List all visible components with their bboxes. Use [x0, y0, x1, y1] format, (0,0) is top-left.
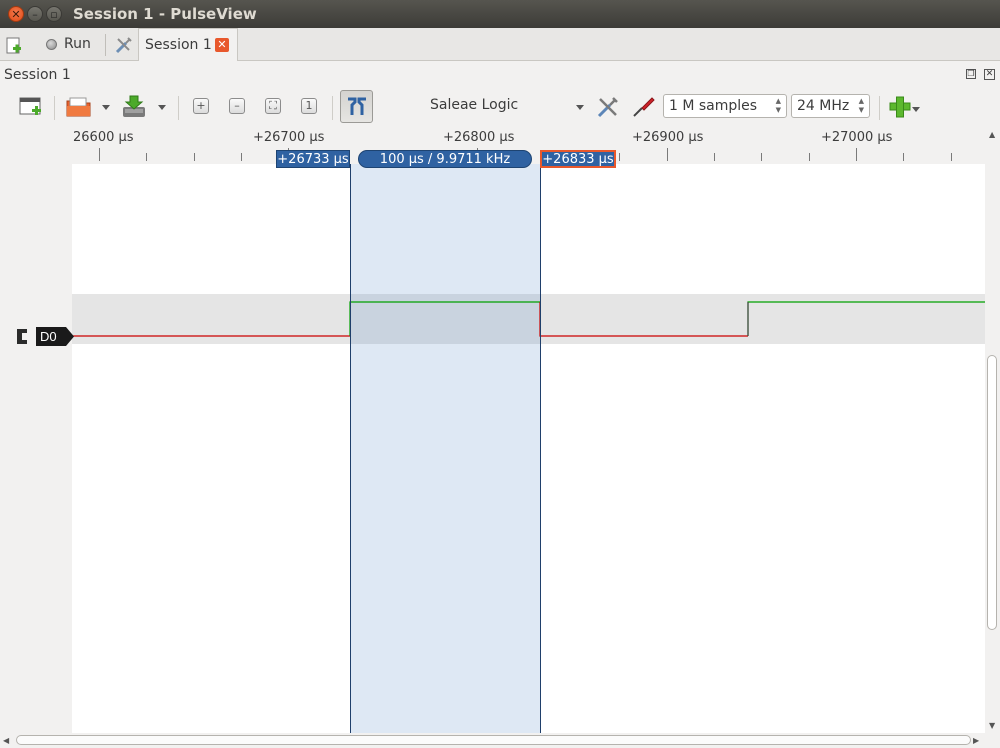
ruler-minor-tick	[809, 153, 810, 161]
ruler-label: +27000 µs	[821, 130, 893, 145]
sample-count-value: 1 M samples	[669, 98, 758, 114]
run-label: Run	[64, 36, 91, 52]
close-tab-icon[interactable]: ✕	[215, 38, 229, 52]
main-toolbar: + – ⛶ 1 Saleae Logic 1 M samples ▲ ▼ 24 M…	[0, 88, 1000, 126]
session-title: Session 1	[4, 67, 71, 83]
ruler-minor-tick	[146, 153, 147, 161]
cursor-2-line[interactable]	[540, 164, 541, 733]
spin-arrows-icon[interactable]: ▲ ▼	[776, 97, 781, 115]
run-status-icon	[46, 39, 57, 50]
new-view-icon[interactable]	[19, 96, 43, 118]
horizontal-scrollbar[interactable]: ◀ ▶	[0, 733, 985, 748]
ruler-minor-tick	[761, 153, 762, 161]
zoom-fit-icon[interactable]: ⛶	[265, 98, 281, 114]
scroll-up-icon[interactable]: ▲	[989, 130, 995, 139]
toolbar-separator	[879, 96, 880, 120]
tab-separator	[105, 34, 106, 56]
dock-close-icon[interactable]: ✕	[984, 69, 995, 80]
new-session-icon[interactable]	[4, 36, 24, 56]
vertical-scrollbar[interactable]: ▲ ▼	[985, 127, 1000, 733]
zoom-out-icon[interactable]: –	[229, 98, 245, 114]
horizontal-scroll-thumb[interactable]	[16, 735, 971, 745]
window-minimize-button[interactable]: –	[27, 6, 43, 22]
toolbar-separator	[178, 96, 179, 120]
cursor-measurement-label[interactable]: 100 µs / 9.9711 kHz	[358, 150, 532, 168]
dock-float-icon[interactable]: ❐	[966, 69, 976, 79]
ruler-minor-tick	[241, 153, 242, 161]
cursor-selection-region[interactable]	[350, 164, 540, 733]
ruler-label: +26700 µs	[253, 130, 325, 145]
zoom-one-to-one-icon[interactable]: 1	[301, 98, 317, 114]
samplerate-spinbox[interactable]: 24 MHz ▲ ▼	[791, 94, 870, 118]
d0-low-segment	[539, 302, 748, 337]
probe-channels-icon[interactable]	[632, 96, 656, 118]
channel-name-d0: D0	[40, 329, 57, 344]
channel-header-area	[0, 164, 72, 733]
ruler-major-tick	[856, 148, 857, 161]
sample-count-spinbox[interactable]: 1 M samples ▲ ▼	[663, 94, 787, 118]
cursor-1-flag[interactable]: +26733 µs	[276, 150, 350, 168]
title-bar: ✕ – ▫ Session 1 - PulseView	[0, 0, 1000, 28]
ruler-label: 26600 µs	[73, 130, 134, 145]
ruler-label: +26800 µs	[443, 130, 515, 145]
d0-waveform	[72, 301, 985, 337]
open-dropdown-arrow[interactable]	[102, 105, 110, 110]
ruler-minor-tick	[903, 153, 904, 161]
cursor-1-line[interactable]	[350, 164, 351, 733]
ruler-minor-tick	[714, 153, 715, 161]
settings-tools-icon[interactable]	[114, 35, 134, 55]
show-cursors-toggle[interactable]	[340, 90, 373, 123]
channel-drag-handle-icon[interactable]	[15, 327, 29, 346]
ruler-minor-tick	[619, 153, 620, 161]
save-dropdown-arrow[interactable]	[158, 105, 166, 110]
ruler-major-tick	[667, 148, 668, 161]
toolbar-separator	[332, 96, 333, 120]
scroll-down-icon[interactable]: ▼	[989, 721, 995, 730]
vertical-scroll-thumb[interactable]	[987, 355, 997, 630]
window-title: Session 1 - PulseView	[73, 5, 257, 23]
save-download-icon[interactable]	[121, 95, 147, 119]
window-maximize-button[interactable]: ▫	[46, 6, 62, 22]
add-decoder-icon[interactable]	[889, 96, 911, 118]
session-tab-label: Session 1	[145, 37, 212, 53]
run-button[interactable]: Run	[38, 28, 103, 60]
window-close-button[interactable]: ✕	[8, 6, 24, 22]
toolbar-separator	[54, 96, 55, 120]
device-selector[interactable]: Saleae Logic	[430, 97, 518, 113]
scroll-left-icon[interactable]: ◀	[3, 736, 9, 745]
ruler-major-tick	[99, 148, 100, 161]
tab-bar: Run Session 1 ✕	[0, 28, 1000, 61]
ruler-minor-tick	[951, 153, 952, 161]
configure-device-icon[interactable]	[596, 96, 620, 118]
add-decoder-dropdown-arrow[interactable]	[912, 107, 920, 112]
cursor-icon	[348, 97, 366, 115]
channel-label-d0[interactable]: D0	[36, 327, 74, 346]
scroll-right-icon[interactable]: ▶	[973, 736, 979, 745]
samplerate-value: 24 MHz	[797, 98, 850, 114]
cursor-2-flag[interactable]: +26833 µs	[540, 150, 616, 168]
tab-session-1[interactable]: Session 1 ✕	[138, 28, 238, 61]
d0-high-segment	[349, 301, 540, 336]
device-dropdown-arrow[interactable]	[576, 105, 584, 110]
zoom-in-icon[interactable]: +	[193, 98, 209, 114]
spin-arrows-icon[interactable]: ▲ ▼	[859, 97, 864, 115]
ruler-minor-tick	[194, 153, 195, 161]
d0-high-segment	[747, 301, 985, 336]
open-folder-icon[interactable]	[66, 96, 92, 118]
ruler-label: +26900 µs	[632, 130, 704, 145]
